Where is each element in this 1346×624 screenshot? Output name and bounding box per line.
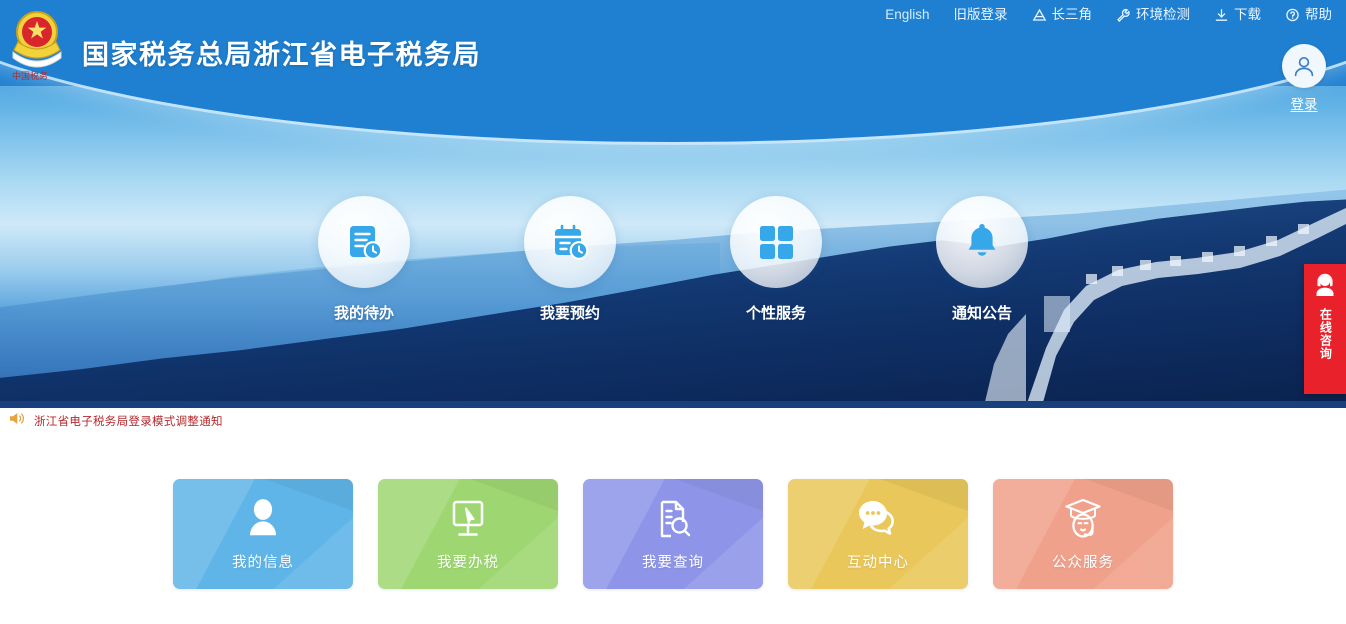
topnav-label-yangtze-delta: 长三角	[1051, 6, 1093, 22]
svg-text:中国税务: 中国税务	[12, 70, 48, 81]
service-card-public-service[interactable]: 公众服务	[993, 479, 1173, 589]
triangle-icon	[1032, 8, 1047, 22]
topnav-item-help[interactable]: 帮助	[1285, 8, 1332, 22]
quick-entry-label: 个性服务	[745, 305, 806, 322]
topnav-label-download: 下载	[1234, 6, 1261, 22]
monitor-cursor-icon	[446, 496, 490, 542]
quick-entry-appointment[interactable]: 我要预约	[522, 196, 618, 323]
notice-bar: 浙江省电子税务局登录模式调整通知	[0, 408, 1346, 434]
service-card-my-info[interactable]: 我的信息	[173, 479, 353, 589]
china-tax-emblem-icon: 中国税务	[6, 8, 68, 82]
login-button[interactable]: 登录	[1272, 44, 1336, 113]
topnav-item-english[interactable]: English	[885, 8, 929, 22]
quick-entry-notice[interactable]: 通知公告	[934, 196, 1030, 323]
service-card-label: 我要办税	[437, 555, 499, 571]
topnav-label-english: English	[885, 6, 930, 22]
calendar-clock-icon	[524, 196, 616, 288]
speaker-icon	[8, 411, 25, 431]
service-card-label: 公众服务	[1052, 555, 1114, 571]
page-root: 中国税务 国家税务总局浙江省电子税务局 English 旧版登录 长三角 环境检…	[0, 0, 1346, 624]
quick-entry-row: 我的待办 我要预约 个性服务 通知公告	[0, 196, 1346, 323]
document-clock-icon	[318, 196, 410, 288]
brand[interactable]: 中国税务 国家税务总局浙江省电子税务局	[6, 8, 481, 82]
login-label: 登录	[1290, 97, 1318, 112]
quick-entry-label: 我要预约	[539, 305, 600, 322]
page-title: 国家税务总局浙江省电子税务局	[82, 39, 481, 70]
service-card-tax-handling[interactable]: 我要办税	[378, 479, 558, 589]
hero-banner: 中国税务 国家税务总局浙江省电子税务局 English 旧版登录 长三角 环境检…	[0, 0, 1346, 408]
headset-agent-icon	[1312, 273, 1338, 302]
graduate-agent-icon	[1061, 496, 1105, 542]
online-consult-label: 在线咨询	[1318, 308, 1333, 360]
topnav-label-help: 帮助	[1305, 6, 1332, 22]
quick-entry-label: 通知公告	[951, 305, 1012, 322]
online-consult-tab[interactable]: 在线咨询	[1304, 264, 1346, 394]
topnav-label-environment-check: 环境检测	[1136, 6, 1190, 22]
service-card-label: 我要查询	[642, 555, 704, 571]
quick-entry-my-todo[interactable]: 我的待办	[316, 196, 412, 323]
chat-bubbles-icon	[855, 496, 901, 542]
question-circle-icon	[1285, 8, 1300, 22]
quick-entry-personal-service[interactable]: 个性服务	[728, 196, 824, 323]
grid-squares-icon	[730, 196, 822, 288]
download-icon	[1214, 8, 1229, 22]
topnav-item-legacy-login[interactable]: 旧版登录	[954, 8, 1008, 22]
service-card-query[interactable]: 我要查询	[583, 479, 763, 589]
service-card-label: 我的信息	[232, 555, 294, 571]
bell-icon	[936, 196, 1028, 288]
topnav-item-environment-check[interactable]: 环境检测	[1116, 8, 1190, 22]
wrench-icon	[1116, 8, 1131, 22]
topnav-item-download[interactable]: 下载	[1214, 8, 1261, 22]
service-card-label: 互动中心	[847, 555, 909, 571]
notice-text[interactable]: 浙江省电子税务局登录模式调整通知	[34, 413, 223, 429]
topnav-item-yangtze-delta[interactable]: 长三角	[1032, 6, 1093, 22]
topnav-label-legacy-login: 旧版登录	[953, 6, 1008, 22]
user-avatar-icon	[1282, 44, 1326, 88]
service-card-interaction-center[interactable]: 互动中心	[788, 479, 968, 589]
banner-bottom-strip	[0, 401, 1346, 408]
document-search-icon	[651, 496, 695, 542]
quick-entry-label: 我的待办	[333, 305, 394, 322]
person-icon	[242, 496, 284, 542]
service-card-row: 我的信息 我要办税 我要查询 互动中心 公众服务	[0, 479, 1346, 589]
top-navigation: English 旧版登录 长三角 环境检测 下载 帮助	[885, 0, 1346, 29]
